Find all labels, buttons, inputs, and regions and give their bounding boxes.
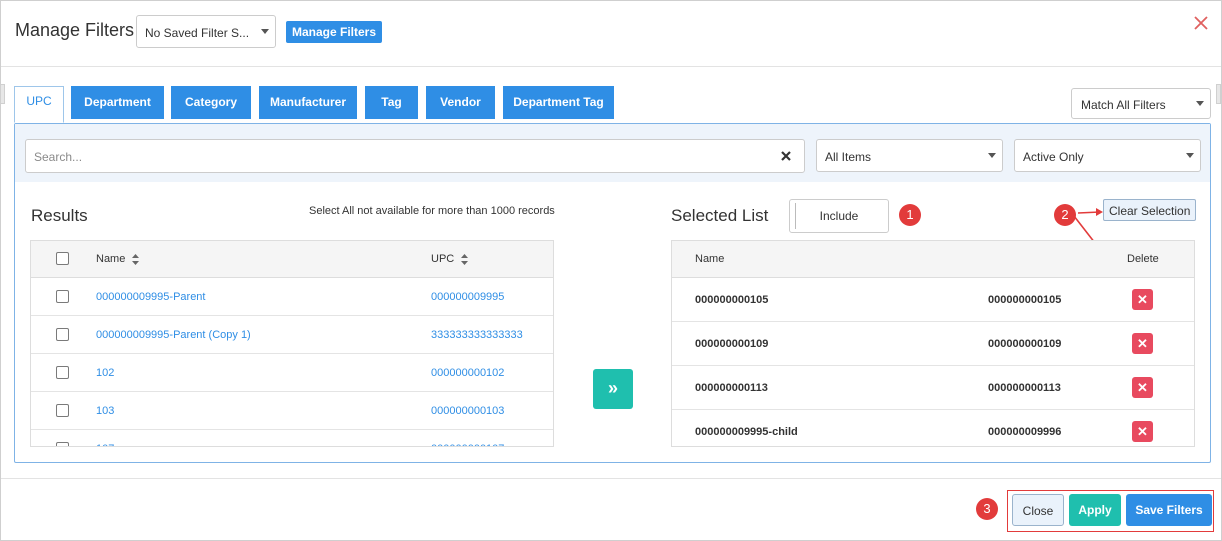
items-select[interactable]: All Items	[816, 139, 1003, 172]
close-icon[interactable]	[1192, 14, 1210, 32]
table-row: 000000009995-Parent (Copy 1) 33333333333…	[31, 316, 553, 354]
table-row: 000000009995-child 000000009996 ✕	[672, 410, 1194, 446]
apply-button[interactable]: Apply	[1069, 494, 1121, 526]
clear-search-icon[interactable]	[780, 150, 792, 162]
selected-list-heading: Selected List	[671, 206, 769, 225]
dialog-title: Manage Filters	[15, 20, 135, 40]
status-select-value: Active Only	[1023, 150, 1084, 164]
results-heading: Results	[31, 206, 88, 225]
table-row: 000000009995-Parent 000000009995	[31, 278, 553, 316]
items-select-value: All Items	[825, 150, 872, 164]
selected-name: 000000000109	[695, 338, 769, 350]
selected-table: Name Delete 000000000105 000000000105 ✕ …	[671, 240, 1195, 447]
row-name-link[interactable]: 000000009995-Parent	[96, 291, 205, 303]
table-row: 000000000109 000000000109 ✕	[672, 322, 1194, 366]
tab-department-tag[interactable]: Department Tag	[503, 86, 614, 119]
saved-filter-select[interactable]: No Saved Filter S...	[136, 15, 276, 48]
search-input[interactable]: Search...	[25, 139, 805, 173]
results-table: Name UPC 000000009995-Parent 00000000999…	[30, 240, 554, 447]
row-upc-link[interactable]: 000000000102	[431, 367, 504, 379]
annotation-badge-3: 3	[976, 498, 998, 520]
selected-name: 000000000113	[695, 382, 768, 394]
tab-department[interactable]: Department	[71, 86, 164, 119]
chevron-down-icon	[1196, 101, 1204, 106]
table-row: 000000000105 000000000105 ✕	[672, 278, 1194, 322]
move-to-selected-button[interactable]: »	[593, 369, 633, 409]
row-name-link[interactable]: 000000009995-Parent (Copy 1)	[96, 329, 251, 341]
row-checkbox[interactable]	[56, 328, 69, 341]
footer-divider	[1, 478, 1221, 479]
row-checkbox[interactable]	[56, 290, 69, 303]
selected-upc: 000000000113	[988, 382, 1061, 394]
include-toggle-label: Include	[819, 209, 859, 223]
tab-tag[interactable]: Tag	[365, 86, 418, 119]
column-header-upc[interactable]: UPC	[431, 253, 469, 265]
save-filters-button[interactable]: Save Filters	[1126, 494, 1212, 526]
selected-upc: 000000000105	[988, 294, 1062, 306]
row-name-link[interactable]: 102	[96, 367, 114, 379]
left-scroll-handle[interactable]	[0, 84, 5, 104]
delete-icon[interactable]: ✕	[1132, 333, 1153, 354]
table-row: 107 000000000107	[31, 430, 553, 446]
selected-name: 000000009995-child	[695, 426, 798, 438]
chevron-down-icon	[261, 29, 269, 34]
close-button[interactable]: Close	[1012, 494, 1064, 526]
row-name-link[interactable]: 103	[96, 405, 114, 417]
toggle-knob	[795, 203, 796, 229]
saved-filter-select-value: No Saved Filter S...	[145, 26, 250, 40]
match-filters-value: Match All Filters	[1081, 98, 1166, 112]
selected-upc: 000000000109	[988, 338, 1062, 350]
chevron-down-icon	[1186, 153, 1194, 158]
row-checkbox[interactable]	[56, 442, 69, 446]
column-header-name[interactable]: Name	[96, 253, 140, 265]
tab-vendor[interactable]: Vendor	[426, 86, 495, 119]
manage-filters-button[interactable]: Manage Filters	[286, 21, 383, 43]
chevron-down-icon	[988, 153, 996, 158]
selected-name: 000000000105	[695, 294, 769, 306]
row-name-link[interactable]: 107	[96, 443, 114, 446]
select-all-note: Select All not available for more than 1…	[309, 205, 555, 217]
sort-icon	[132, 253, 140, 265]
row-checkbox[interactable]	[56, 404, 69, 417]
sort-icon	[461, 253, 469, 265]
table-row: 102 000000000102	[31, 354, 553, 392]
include-toggle[interactable]: Include	[789, 199, 889, 233]
table-row: 103 000000000103	[31, 392, 553, 430]
status-select[interactable]: Active Only	[1014, 139, 1201, 172]
row-checkbox[interactable]	[56, 366, 69, 379]
table-row: 000000000113 000000000113 ✕	[672, 366, 1194, 410]
tab-manufacturer[interactable]: Manufacturer	[259, 86, 357, 119]
annotation-badge-1: 1	[899, 204, 921, 226]
delete-icon[interactable]: ✕	[1132, 421, 1153, 442]
delete-icon[interactable]: ✕	[1132, 289, 1153, 310]
row-upc-link[interactable]: 000000009995	[431, 291, 504, 303]
selected-upc: 000000009996	[988, 426, 1062, 438]
clear-selection-button[interactable]: Clear Selection	[1103, 199, 1197, 221]
tab-upc[interactable]: UPC	[14, 86, 64, 123]
row-upc-link[interactable]: 000000000103	[431, 405, 504, 417]
column-header-name: Name	[695, 253, 725, 265]
tab-category[interactable]: Category	[171, 86, 251, 119]
column-header-delete: Delete	[1127, 253, 1159, 265]
row-upc-link[interactable]: 333333333333333	[431, 329, 523, 341]
delete-icon[interactable]: ✕	[1132, 377, 1153, 398]
match-filters-select[interactable]: Match All Filters	[1071, 88, 1211, 119]
selected-table-header: Name Delete	[672, 241, 1194, 278]
select-all-checkbox[interactable]	[56, 252, 69, 265]
results-table-header: Name UPC	[31, 241, 553, 278]
right-scroll-handle[interactable]	[1216, 84, 1221, 104]
header-divider	[1, 66, 1221, 67]
row-upc-link[interactable]: 000000000107	[431, 443, 504, 446]
